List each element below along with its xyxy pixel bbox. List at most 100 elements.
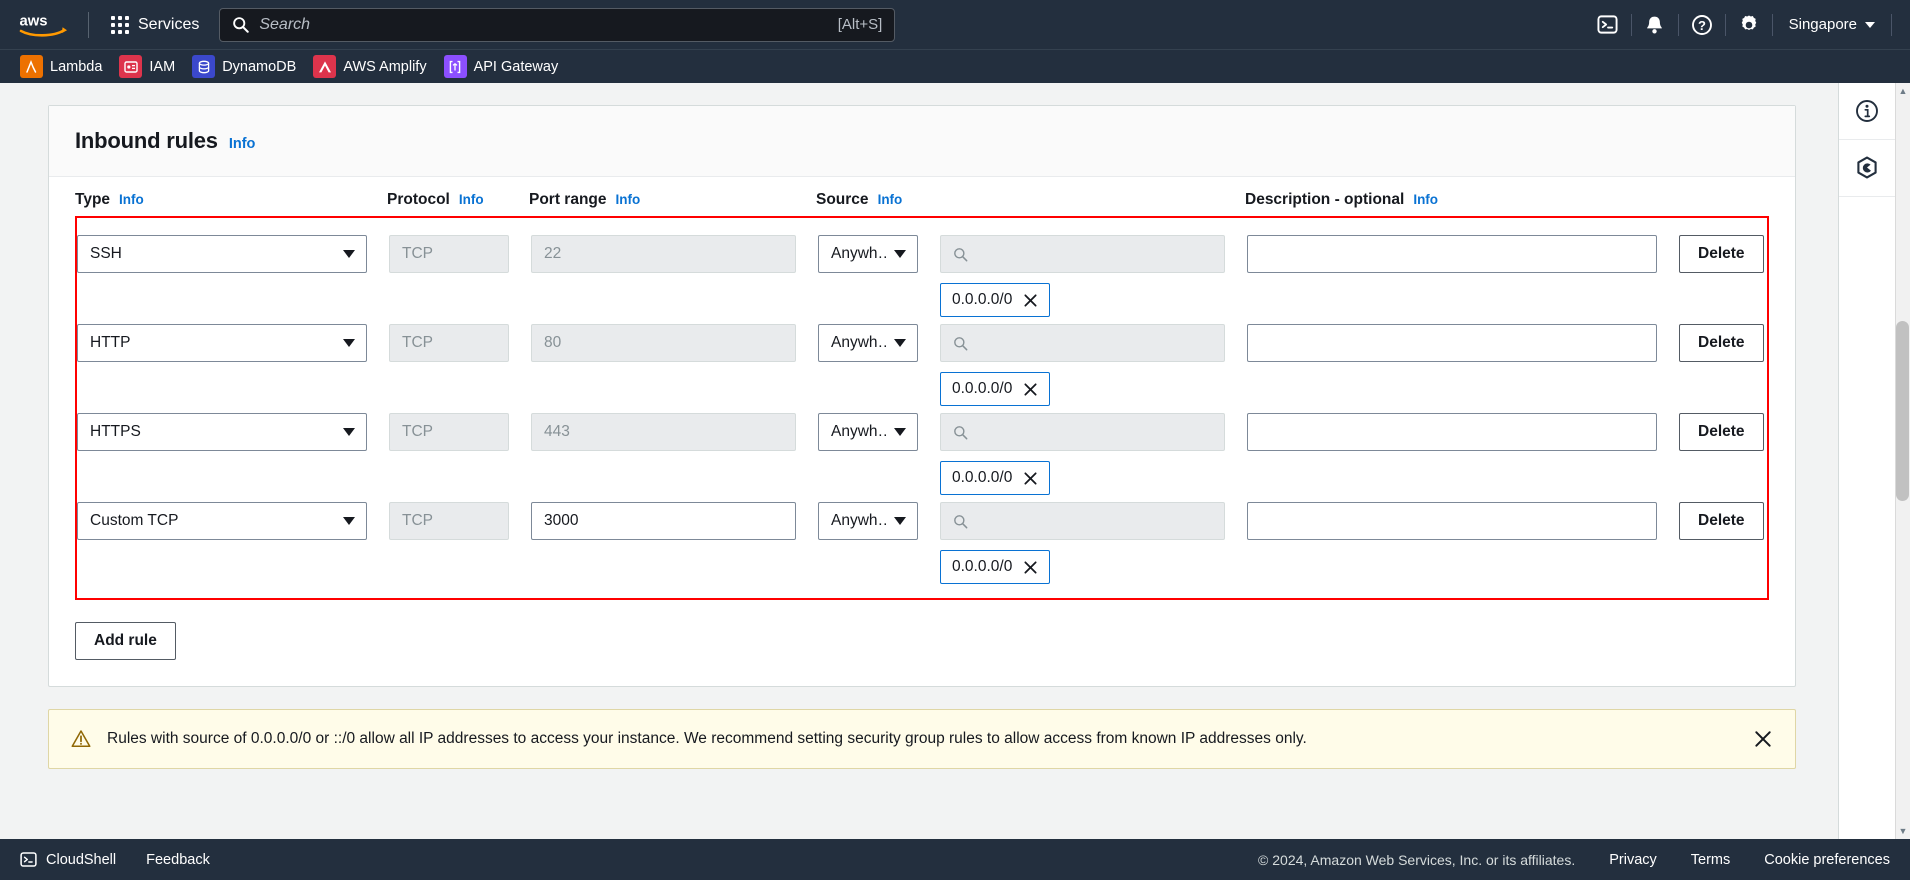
rule-source-search-input[interactable] [940, 235, 1225, 273]
warning-banner: Rules with source of 0.0.0.0/0 or ::/0 a… [48, 709, 1796, 769]
rule-port-value: 80 [544, 334, 562, 351]
rule-type-select[interactable]: HTTP [77, 324, 367, 362]
notifications-icon[interactable] [1632, 0, 1678, 49]
footer-link-privacy[interactable]: Privacy [1609, 852, 1657, 868]
shortcut-api-gateway[interactable]: API Gateway [442, 53, 567, 80]
remove-cidr-close-icon[interactable] [1023, 471, 1038, 486]
shortcut-aws-amplify[interactable]: AWS Amplify [311, 53, 434, 80]
rule-type-value: Custom TCP [90, 512, 179, 529]
column-label: Source [816, 191, 869, 208]
rule-description-input[interactable] [1247, 235, 1657, 273]
rule-source-search-input[interactable] [940, 324, 1225, 362]
source-info-link[interactable]: Info [878, 192, 903, 207]
delete-rule-button[interactable]: Delete [1679, 235, 1764, 273]
cloudshell-icon[interactable] [1585, 0, 1631, 49]
svg-text:aws: aws [19, 13, 47, 29]
rules-highlight-box: SSH TCP 22 Anywh… 0.0.0.0/0 Delete HTTP … [75, 216, 1769, 600]
scrollbar-thumb[interactable] [1896, 321, 1909, 501]
info-icon[interactable] [1838, 83, 1896, 140]
add-rule-row: Add rule [75, 600, 1769, 660]
shortcut-iam[interactable]: IAM [117, 53, 183, 80]
source-cidr-label: 0.0.0.0/0 [952, 291, 1013, 308]
rule-protocol-field: TCP [389, 235, 509, 273]
aws-logo[interactable]: aws [18, 10, 74, 40]
footer-link-cookie-preferences[interactable]: Cookie preferences [1764, 852, 1890, 868]
rule-source-type-select[interactable]: Anywh… [818, 413, 918, 451]
chevron-down-icon [894, 250, 906, 258]
shortcut-label: IAM [149, 58, 176, 75]
rule-source-type-select[interactable]: Anywh… [818, 235, 918, 273]
chevron-down-icon [894, 517, 906, 525]
footer-cloudshell-button[interactable]: CloudShell [20, 851, 116, 868]
rule-port-range-input[interactable]: 3000 [531, 502, 796, 540]
region-selector-button[interactable]: Singapore [1773, 0, 1891, 49]
source-cidr-token: 0.0.0.0/0 [940, 550, 1051, 584]
remove-cidr-close-icon[interactable] [1023, 293, 1038, 308]
port-range-info-link[interactable]: Info [616, 192, 641, 207]
help-icon[interactable]: ? [1679, 0, 1725, 49]
dynamodb-icon [192, 55, 216, 78]
table-row: SSH TCP 22 Anywh… 0.0.0.0/0 Delete [77, 228, 1767, 317]
inbound-rules-info-link[interactable]: Info [229, 136, 256, 152]
shortcut-label: Lambda [50, 58, 103, 75]
vertical-scrollbar[interactable]: ▲ ▼ [1895, 83, 1910, 839]
svg-text:?: ? [1698, 18, 1706, 33]
services-menu-button[interactable]: Services [103, 10, 207, 40]
rule-port-range-field: 22 [531, 235, 796, 273]
rule-type-value: SSH [90, 245, 122, 262]
add-rule-button[interactable]: Add rule [75, 622, 176, 660]
scroll-up-arrow-icon[interactable]: ▲ [1899, 86, 1908, 96]
rule-source-search-input[interactable] [940, 413, 1225, 451]
column-label: Description - optional [1245, 191, 1405, 208]
footer-copyright: © 2024, Amazon Web Services, Inc. or its… [1258, 851, 1576, 868]
delete-rule-button[interactable]: Delete [1679, 502, 1764, 540]
rule-port-value: 3000 [544, 512, 579, 529]
rule-type-select[interactable]: SSH [77, 235, 367, 273]
table-row: HTTP TCP 80 Anywh… 0.0.0.0/0 Delete [77, 317, 1767, 406]
remove-cidr-close-icon[interactable] [1023, 382, 1038, 397]
rule-description-input[interactable] [1247, 324, 1657, 362]
card-body: Type Info Protocol Info Port range Info … [49, 177, 1795, 686]
delete-rule-button[interactable]: Delete [1679, 324, 1764, 362]
delete-rule-button[interactable]: Delete [1679, 413, 1764, 451]
footer-right-group: © 2024, Amazon Web Services, Inc. or its… [1258, 852, 1890, 868]
rule-protocol-value: TCP [402, 512, 433, 529]
rule-source-type-select[interactable]: Anywh… [818, 502, 918, 540]
rule-type-select[interactable]: Custom TCP [77, 502, 367, 540]
footer-cloudshell-label: CloudShell [46, 851, 117, 868]
rule-type-select[interactable]: HTTPS [77, 413, 367, 451]
page-title: Inbound rules [75, 128, 218, 153]
security-shield-icon[interactable] [1838, 140, 1896, 197]
top-nav-right-group: ? Singapore [1585, 0, 1910, 49]
search-icon [954, 514, 968, 528]
column-label: Protocol [387, 191, 450, 208]
nav-divider [1891, 13, 1892, 36]
settings-icon[interactable] [1726, 0, 1772, 49]
chevron-down-icon [894, 339, 906, 347]
services-label: Services [138, 15, 200, 33]
rule-source-type-select[interactable]: Anywh… [818, 324, 918, 362]
footer-feedback-button[interactable]: Feedback [146, 852, 210, 868]
chevron-down-icon [1865, 21, 1875, 28]
remove-cidr-close-icon[interactable] [1023, 560, 1038, 575]
shortcut-lambda[interactable]: Lambda [18, 53, 110, 80]
type-info-link[interactable]: Info [119, 192, 144, 207]
scroll-down-arrow-icon[interactable]: ▼ [1899, 826, 1908, 836]
chevron-down-icon [343, 517, 355, 525]
rule-description-input[interactable] [1247, 502, 1657, 540]
rule-protocol-field: TCP [389, 413, 509, 451]
api-gateway-icon [443, 55, 467, 78]
column-header-row: Type Info Protocol Info Port range Info … [75, 191, 1769, 216]
global-search-input[interactable]: Search [Alt+S] [219, 7, 896, 42]
protocol-info-link[interactable]: Info [459, 192, 484, 207]
footer-link-terms[interactable]: Terms [1691, 852, 1730, 868]
dismiss-warning-close-icon[interactable] [1751, 727, 1775, 751]
global-search-placeholder: Search [259, 15, 311, 33]
column-label: Port range [529, 191, 607, 208]
rule-source-search-input[interactable] [940, 502, 1225, 540]
rule-description-input[interactable] [1247, 413, 1657, 451]
source-cidr-label: 0.0.0.0/0 [952, 469, 1013, 486]
description-info-link[interactable]: Info [1413, 192, 1438, 207]
source-cidr-token: 0.0.0.0/0 [940, 372, 1051, 406]
shortcut-dynamodb[interactable]: DynamoDB [190, 53, 304, 80]
